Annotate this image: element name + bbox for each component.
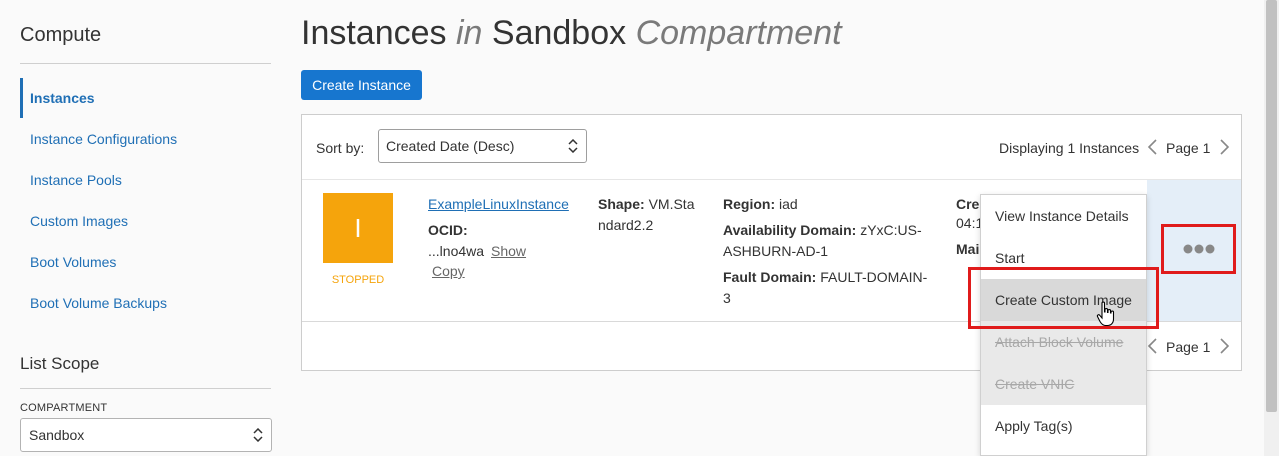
shape-value-line2: ndard2.2 [598,217,654,233]
ocid-show-link[interactable]: Show [491,243,526,259]
display-count: Displaying 1 Instances [999,140,1140,156]
pager-next-icon[interactable] [1217,337,1231,355]
maintenance-label-partial: Mai [956,241,980,257]
sort-select-value: Created Date (Desc) [386,138,515,154]
availability-domain-value-line2: ASHBURN-AD-1 [723,243,829,259]
menu-item-view-instance-details[interactable]: View Instance Details [981,195,1146,237]
page-title-compartment-name: Sandbox [491,14,627,52]
pager-page-label: Page 1 [1166,140,1211,156]
compartment-label: COMPARTMENT [20,402,108,414]
page-title-resource: Instances [301,14,447,52]
highlight-more-actions [1161,224,1236,274]
availability-domain-label: Availability Domain: [723,222,857,238]
highlight-create-custom-image [968,267,1159,329]
sidebar-item-instances[interactable]: Instances [20,78,271,118]
created-label-partial: Cre [956,196,980,212]
menu-item-apply-tags[interactable]: Apply Tag(s) [981,405,1146,447]
pager-next-icon[interactable] [1217,138,1231,156]
compartment-select[interactable]: Sandbox [20,418,272,452]
sort-by-label: Sort by: [316,140,365,156]
fault-domain-value-line1: FAULT-DOMAIN- [820,269,928,285]
hand-cursor-icon [1096,301,1115,327]
shape-value-line1: VM.Sta [648,196,695,212]
compartment-select-value: Sandbox [29,427,85,443]
availability-domain-field: Availability Domain: zYxC:US- ASHBURN-AD… [723,220,922,262]
sidebar-item-instance-pools[interactable]: Instance Pools [20,160,271,200]
pager-prev-icon[interactable] [1146,138,1160,156]
select-updown-icon [568,139,578,153]
pager-prev-icon[interactable] [1146,337,1160,355]
sidebar-title: Compute [20,24,102,46]
select-updown-icon [253,428,263,442]
sidebar-item-boot-volumes[interactable]: Boot Volumes [20,242,271,282]
region-field: Region: iad [723,194,798,215]
region-value: iad [779,196,798,212]
sidebar-divider [20,63,271,64]
sort-select[interactable]: Created Date (Desc) [378,129,587,163]
page-scrollbar-thumb[interactable] [1266,0,1277,412]
availability-domain-value-line1: zYxC:US- [860,222,922,238]
list-scope-title: List Scope [20,354,100,373]
fault-domain-value-line2: 3 [723,290,731,306]
instance-avatar: I [323,193,393,263]
sidebar-item-instance-configurations[interactable]: Instance Configurations [20,119,271,159]
menu-item-create-vnic: Create VNIC [981,363,1146,405]
page-title: Instances in Sandbox Compartment [301,14,842,53]
scope-divider [20,388,271,389]
page-title-in: in [455,14,483,52]
shape-field: Shape: VM.Sta ndard2.2 [598,194,694,236]
ocid-value: ...lno4wa [428,243,485,259]
sidebar-item-boot-volume-backups[interactable]: Boot Volume Backups [20,283,271,323]
pager-page-label-bottom: Page 1 [1166,339,1211,355]
instance-name-link[interactable]: ExampleLinuxInstance [428,196,569,212]
ocid-label: OCID: [428,222,468,238]
page-title-compartment-word: Compartment [635,14,842,52]
create-instance-button[interactable]: Create Instance [301,70,422,100]
shape-label: Shape: [598,196,645,212]
ocid-copy-link[interactable]: Copy [432,263,465,279]
fault-domain-label: Fault Domain: [723,269,817,285]
instance-state-badge: STOPPED [331,274,385,286]
region-label: Region: [723,196,776,212]
sidebar-item-custom-images[interactable]: Custom Images [20,201,271,241]
fault-domain-field: Fault Domain: FAULT-DOMAIN- 3 [723,267,927,309]
